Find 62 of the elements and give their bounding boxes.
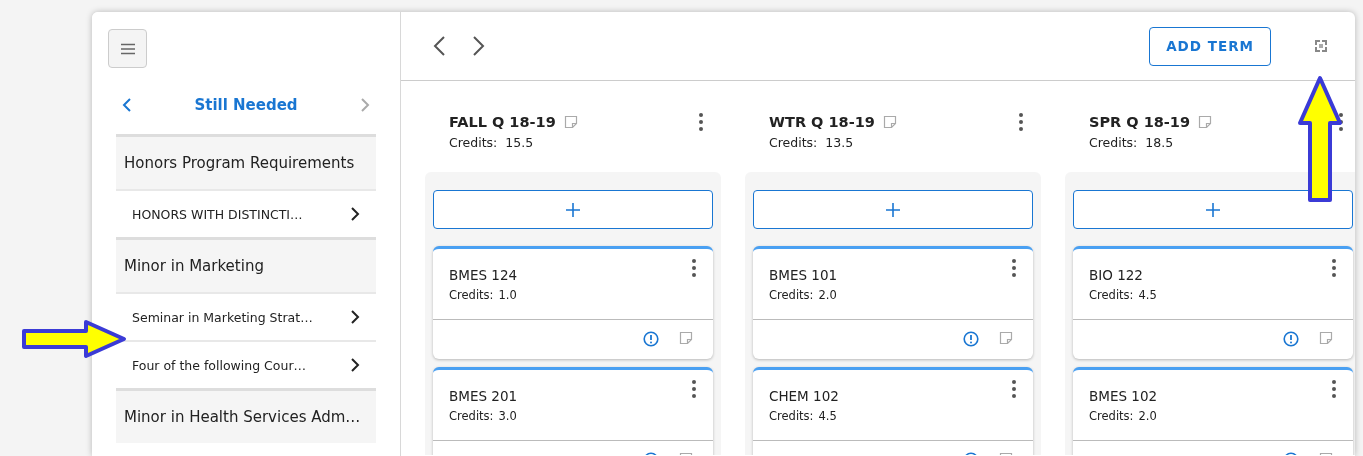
- add-course-button[interactable]: [1073, 190, 1353, 229]
- course-card[interactable]: BMES 102 Credits: 2.0: [1073, 367, 1353, 455]
- term-title: SPR Q 18-19: [1089, 114, 1191, 130]
- credits-label: Credits:: [1089, 288, 1134, 302]
- chevron-right-icon: [350, 357, 360, 373]
- more-options-icon[interactable]: [692, 380, 696, 398]
- more-options-icon[interactable]: [1332, 380, 1336, 398]
- chevron-right-icon: [350, 309, 360, 325]
- credits-label: Credits:: [769, 409, 814, 423]
- more-options-icon[interactable]: [1012, 380, 1016, 398]
- credits-value: 4.5: [818, 409, 837, 423]
- course-code: BMES 101: [769, 267, 839, 283]
- course-code: BMES 102: [1089, 388, 1159, 404]
- credits-value: 2.0: [1138, 409, 1157, 423]
- info-icon[interactable]: [1283, 331, 1299, 347]
- requirement-group[interactable]: Minor in Marketing: [116, 237, 376, 292]
- term-title: FALL Q 18-19: [449, 114, 556, 130]
- credits-label: Credits:: [449, 288, 494, 302]
- course-card[interactable]: CHEM 102 Credits: 4.5: [753, 367, 1033, 455]
- more-options-icon[interactable]: [1012, 259, 1016, 277]
- course-card[interactable]: BMES 201 Credits: 3.0: [433, 367, 713, 455]
- more-options-icon[interactable]: [1019, 113, 1023, 131]
- more-options-icon[interactable]: [1332, 259, 1336, 277]
- credits-label: Credits:: [769, 135, 818, 150]
- info-icon[interactable]: [963, 331, 979, 347]
- credits-label: Credits:: [449, 135, 498, 150]
- expand-icon[interactable]: [1315, 40, 1327, 52]
- credits-value: 2.0: [818, 288, 837, 302]
- add-course-button[interactable]: [433, 190, 713, 229]
- chevron-left-icon[interactable]: [122, 97, 132, 113]
- more-options-icon[interactable]: [699, 113, 703, 131]
- course-code: CHEM 102: [769, 388, 840, 404]
- credits-label: Credits:: [1089, 135, 1138, 150]
- credits-value: 3.0: [498, 409, 517, 423]
- course-card[interactable]: BMES 101 Credits: 2.0: [753, 246, 1033, 359]
- chevron-right-icon: [350, 206, 360, 222]
- more-options-icon[interactable]: [692, 259, 696, 277]
- credits-value: 15.5: [505, 135, 534, 150]
- course-code: BMES 201: [449, 388, 519, 404]
- credits-value: 18.5: [1145, 135, 1174, 150]
- credits-label: Credits:: [1089, 409, 1134, 423]
- credits-label: Credits:: [769, 288, 814, 302]
- requirement-group[interactable]: Minor in Health Services Adm…: [116, 388, 376, 443]
- plus-icon: [886, 202, 900, 217]
- add-term-button[interactable]: ADD TERM: [1149, 26, 1271, 66]
- add-course-button[interactable]: [753, 190, 1033, 229]
- info-icon[interactable]: [643, 331, 659, 347]
- requirement-group[interactable]: Honors Program Requirements: [116, 134, 376, 189]
- course-card[interactable]: BMES 124 Credits: 1.0: [433, 246, 713, 359]
- term-title: WTR Q 18-19: [769, 114, 875, 130]
- course-code: BMES 124: [449, 267, 519, 283]
- menu-icon: [119, 42, 136, 55]
- course-card[interactable]: BIO 122 Credits: 4.5: [1073, 246, 1353, 359]
- plus-icon: [1206, 202, 1220, 217]
- section-title: Still Needed: [193, 96, 299, 114]
- credits-value: 4.5: [1138, 288, 1157, 302]
- menu-button[interactable]: [108, 29, 147, 68]
- credits-value: 1.0: [498, 288, 517, 302]
- course-code: BIO 122: [1089, 267, 1144, 283]
- credits-value: 13.5: [825, 135, 854, 150]
- credits-label: Credits:: [449, 409, 494, 423]
- plus-icon: [566, 202, 580, 217]
